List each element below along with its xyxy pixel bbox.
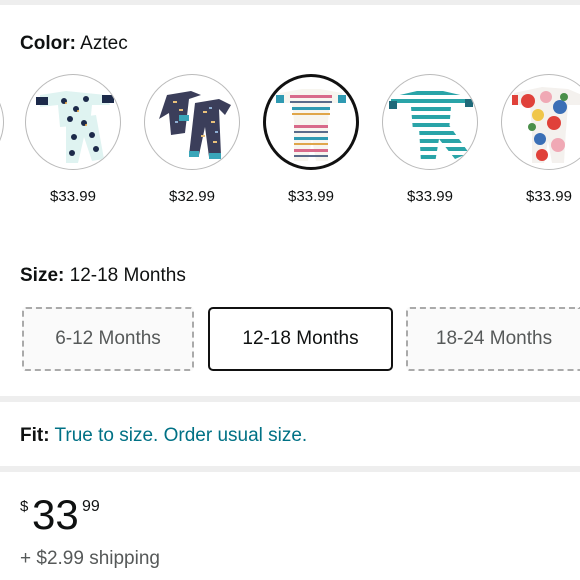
product-options-page: Color: Aztec $33.99 $32.99 $33.99 $33.99… [0, 0, 580, 580]
price-currency: $ [20, 498, 29, 515]
section-divider [0, 396, 580, 402]
size-option-18-24-months[interactable]: 18-24 Months [406, 307, 580, 371]
size-value: 12-18 Months [69, 265, 186, 286]
swatch-navy-print[interactable]: $32.99 [144, 74, 260, 224]
price-whole: 33 [32, 491, 79, 538]
size-option-6-12-months[interactable]: 6-12 Months [22, 307, 194, 371]
size-label: Size: [20, 265, 65, 286]
swatch-navy-print-price: $32.99 [169, 188, 215, 205]
swatch-teal-stripe[interactable]: $33.99 [382, 74, 498, 224]
swatch-partial-left[interactable] [0, 74, 4, 170]
top-divider [0, 0, 580, 5]
swatch-floral-image [501, 74, 580, 170]
swatch-navy-print-image [144, 74, 240, 170]
fit-label: Fit: [20, 425, 50, 446]
swatch-penguin-price: $33.99 [50, 188, 96, 205]
color-selection-label: Color: Aztec [20, 33, 128, 55]
fit-info: Fit: True to size. Order usual size. [20, 425, 307, 447]
section-divider-2 [0, 466, 580, 472]
swatch-penguin[interactable]: $33.99 [25, 74, 141, 224]
swatch-penguin-image [25, 74, 121, 170]
color-value: Aztec [80, 33, 128, 54]
color-label: Color: [20, 33, 76, 54]
swatch-aztec[interactable]: $33.99 [263, 74, 379, 224]
swatch-aztec-price: $33.99 [288, 188, 334, 205]
swatch-teal-stripe-price: $33.99 [407, 188, 453, 205]
swatch-teal-stripe-image [382, 74, 478, 170]
size-option-12-18-months[interactable]: 12-18 Months [208, 307, 393, 371]
fit-link[interactable]: True to size. Order usual size. [54, 425, 307, 446]
swatch-floral-price: $33.99 [526, 188, 572, 205]
shipping-cost: + $2.99 shipping [20, 548, 160, 569]
swatch-aztec-image [263, 74, 359, 170]
price-fraction: 99 [82, 498, 100, 515]
swatch-floral[interactable]: $33.99 [501, 74, 580, 224]
size-selection-label: Size: 12-18 Months [20, 265, 186, 287]
